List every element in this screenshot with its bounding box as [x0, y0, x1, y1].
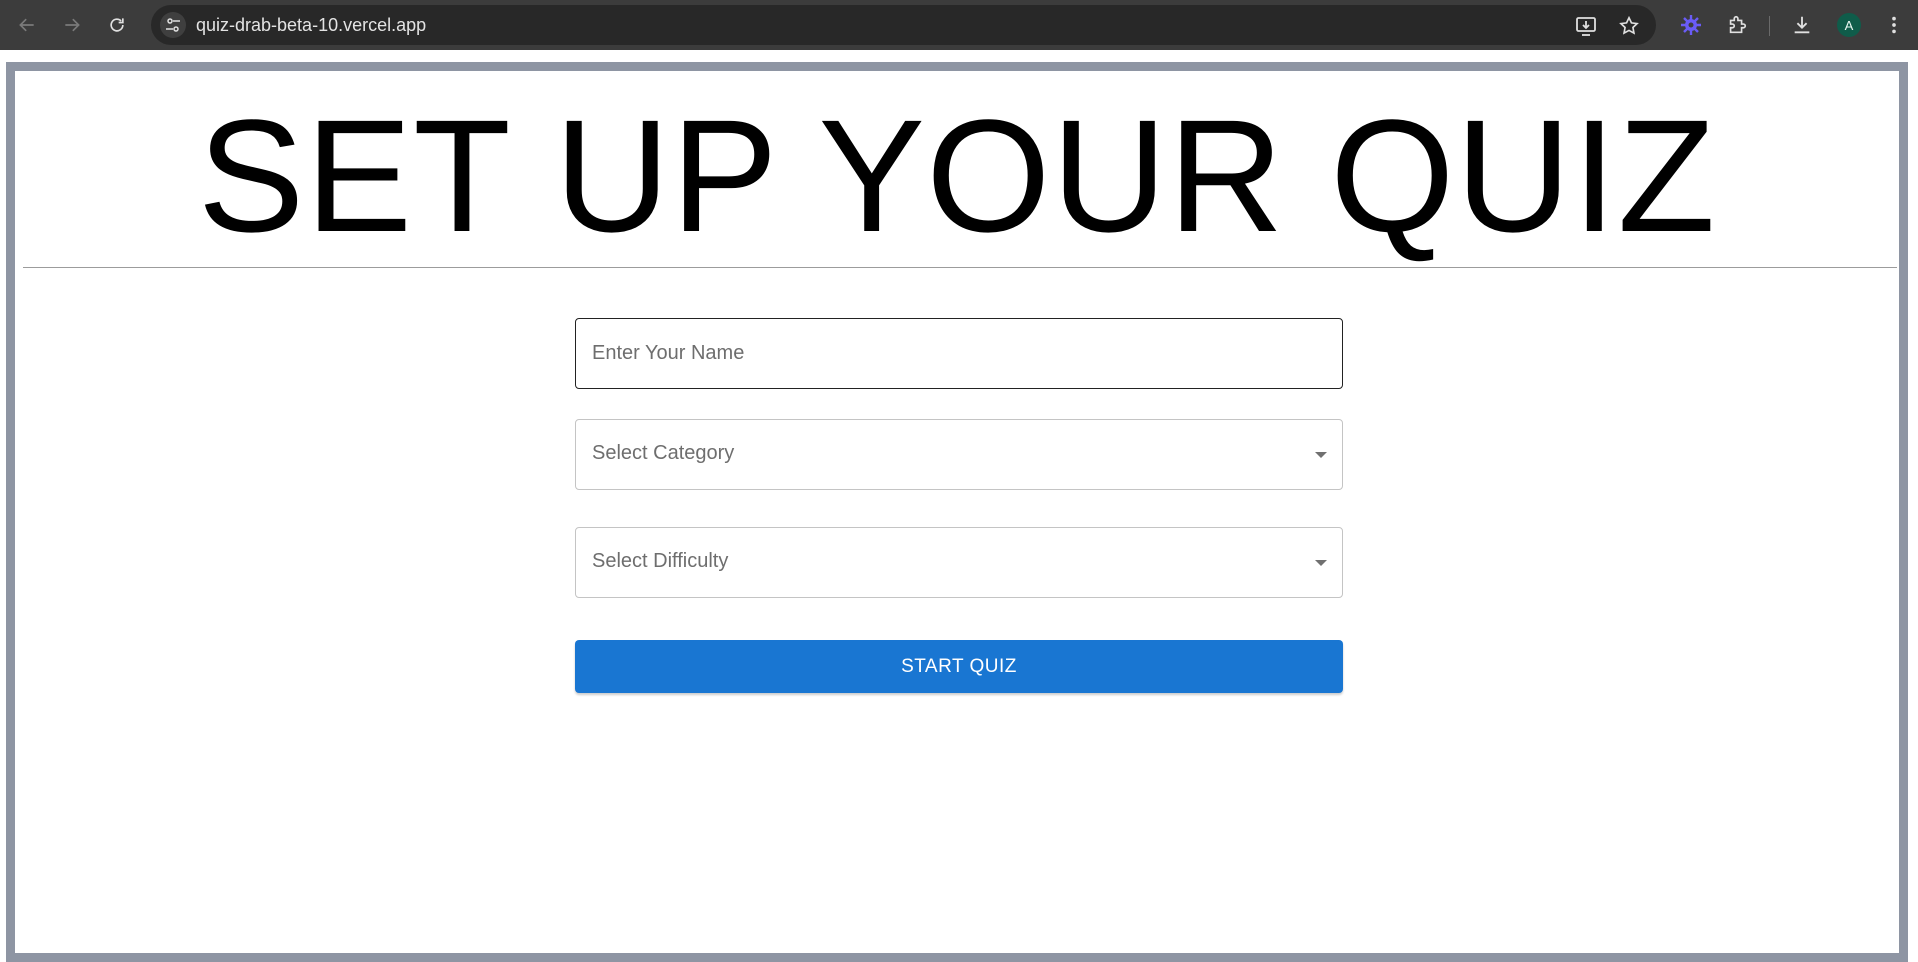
arrow-right-icon — [65, 18, 80, 32]
title-divider — [23, 267, 1897, 268]
difficulty-select[interactable]: Select Difficulty — [575, 527, 1343, 598]
chevron-down-icon — [1315, 560, 1327, 566]
bookmark-button[interactable] — [1618, 15, 1640, 37]
start-quiz-button[interactable]: START QUIZ — [575, 640, 1343, 693]
download-icon — [1794, 16, 1810, 34]
category-select[interactable]: Select Category — [575, 419, 1343, 490]
extensions-button[interactable] — [1725, 13, 1749, 37]
menu-button[interactable] — [1882, 13, 1906, 37]
extension-button[interactable] — [1679, 13, 1703, 37]
app-frame: SET UP YOUR QUIZ Select Category Select … — [6, 62, 1908, 962]
category-placeholder: Select Category — [592, 442, 735, 464]
url-text[interactable]: quiz-drab-beta-10.vercel.app — [196, 15, 426, 36]
address-bar[interactable]: quiz-drab-beta-10.vercel.app — [151, 5, 1656, 45]
install-app-icon — [1576, 17, 1596, 36]
site-info-button[interactable] — [160, 12, 186, 38]
browser-toolbar: quiz-drab-beta-10.vercel.app A — [0, 0, 1918, 50]
arrow-left-icon — [19, 18, 34, 32]
tune-icon — [166, 18, 180, 32]
forward-button[interactable] — [59, 12, 85, 38]
star-icon — [1619, 15, 1639, 35]
profile-avatar[interactable]: A — [1837, 13, 1861, 37]
install-app-button[interactable] — [1575, 15, 1597, 37]
back-button[interactable] — [14, 12, 40, 38]
download-button[interactable] — [1790, 13, 1814, 37]
reload-button[interactable] — [104, 12, 130, 38]
purple-gear-icon — [1681, 15, 1701, 35]
chevron-down-icon — [1315, 452, 1327, 458]
page-title: SET UP YOUR QUIZ — [197, 86, 1717, 265]
puzzle-icon — [1729, 15, 1747, 34]
kebab-menu-icon — [1892, 16, 1896, 34]
difficulty-placeholder: Select Difficulty — [592, 550, 729, 572]
name-input[interactable] — [576, 319, 1342, 388]
toolbar-separator — [1769, 16, 1770, 36]
page-viewport: SET UP YOUR QUIZ Select Category Select … — [0, 50, 1918, 962]
name-field[interactable] — [575, 318, 1343, 389]
reload-icon — [110, 18, 124, 32]
